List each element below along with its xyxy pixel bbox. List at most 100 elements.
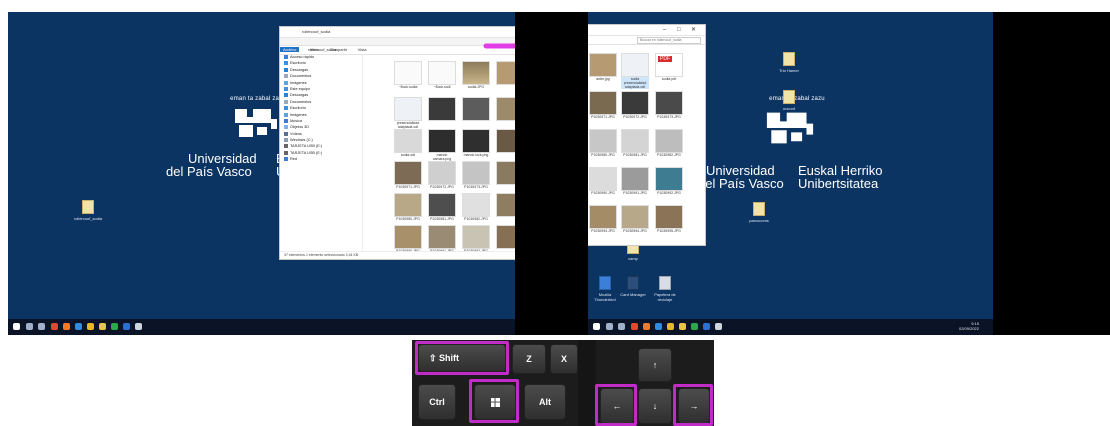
taskview-icon[interactable]	[618, 323, 625, 330]
file-thumb-selected[interactable]: sodia presencialidad adaptada.odt	[621, 53, 649, 89]
file-thumb[interactable]: P1030971.JPG	[589, 91, 617, 119]
firefox-icon[interactable]	[643, 323, 650, 330]
download-icon	[284, 93, 288, 98]
shift-key-highlight	[415, 341, 509, 375]
file-thumb[interactable]: sodia.odt	[394, 129, 422, 157]
file-thumb[interactable]	[496, 161, 515, 185]
file-thumb[interactable]: P1030993.JPG	[589, 205, 617, 233]
thumb-image	[462, 161, 490, 185]
windows-start-icon[interactable]	[13, 323, 20, 330]
file-thumb[interactable]: mando camara.png	[428, 129, 456, 161]
taskbar-clock[interactable]: 9:15 02/09/2022	[959, 321, 979, 331]
file-thumb[interactable]: P1030981.JPG	[428, 193, 456, 221]
thumb-image	[496, 97, 515, 121]
maximize-icon[interactable]: □	[677, 25, 681, 35]
app-icon[interactable]	[111, 323, 118, 330]
file-thumb[interactable]: P1030982.JPG	[462, 193, 490, 221]
settings-icon[interactable]	[135, 323, 142, 330]
left-desktop-screen: eman ta zabal zazu Universidad del País …	[8, 12, 515, 335]
app-icon[interactable]	[691, 323, 698, 330]
thumb-image	[394, 129, 422, 153]
file-thumb[interactable]: P1030990.JPG	[589, 167, 617, 195]
explorer-icon[interactable]	[99, 323, 106, 330]
desktop-icon-unconf[interactable]: unconf	[772, 90, 806, 111]
file-thumb[interactable]: P1030991.JPG	[428, 225, 456, 253]
file-thumb[interactable]: mando lock.png	[462, 129, 490, 157]
thumb-image	[462, 61, 490, 85]
file-thumb[interactable]: sodia.JPG	[462, 61, 490, 89]
file-thumb[interactable]: P1030992.JPG	[655, 167, 683, 195]
file-thumb[interactable]: P1030994.JPG	[621, 205, 649, 233]
firefox-icon[interactable]	[63, 323, 70, 330]
file-thumb[interactable]: P1030981.JPG	[621, 129, 649, 157]
usb-icon	[284, 144, 288, 149]
edge-icon[interactable]	[655, 323, 662, 330]
down-arrow-key: ↓	[638, 388, 672, 424]
z-key: Z	[512, 344, 546, 374]
file-thumb[interactable]: P1030973.JPG	[655, 91, 683, 119]
file-thumb[interactable]: P1030992.JPG	[462, 225, 490, 253]
file-thumb[interactable]: P1030980.JPG	[589, 129, 617, 157]
nav-item[interactable]: Red	[284, 156, 362, 162]
file-thumb[interactable]: P1030972.JPG	[428, 161, 456, 189]
explorer-address-bar: Buscar en rollercoof_sodia	[588, 36, 705, 45]
file-thumb[interactable]: P1030973.JPG	[462, 161, 490, 189]
file-thumb[interactable]: P1030971.JPG	[394, 161, 422, 189]
word-icon[interactable]	[123, 323, 130, 330]
file-thumb[interactable]: anter.jpg	[589, 53, 617, 81]
word-icon[interactable]	[703, 323, 710, 330]
thumb-image	[589, 205, 617, 229]
edge-icon[interactable]	[75, 323, 82, 330]
file-thumb[interactable]	[496, 225, 515, 249]
ctrl-key: Ctrl	[418, 384, 456, 420]
search-icon[interactable]	[26, 323, 33, 330]
settings-icon[interactable]	[715, 323, 722, 330]
file-thumb[interactable]	[496, 61, 515, 85]
thumb-image	[621, 129, 649, 153]
browser-icon[interactable]	[51, 323, 58, 330]
left-file-explorer-window[interactable]: rollercoof_sodia Archivo Inicio Comparti…	[279, 26, 515, 260]
file-thumb[interactable]: presencialidad adaptada.odt	[394, 97, 422, 129]
explorer-search-input[interactable]: Buscar en rollercoof_sodia	[637, 37, 701, 44]
file-thumb[interactable]	[496, 97, 515, 121]
chrome-icon[interactable]	[87, 323, 94, 330]
explorer-status-bar: 37 elementos 1 elemento seleccionado 3,4…	[280, 251, 515, 259]
file-thumb[interactable]	[496, 193, 515, 217]
upv-emblem-icon	[766, 112, 814, 144]
desktop-icon-recycle-bin[interactable]: Papelera de reciclaje	[648, 276, 682, 302]
search-icon[interactable]	[606, 323, 613, 330]
file-thumb[interactable]: P1030972.JPG	[621, 91, 649, 119]
file-thumb[interactable]: P1030991.JPG	[621, 167, 649, 195]
file-thumb[interactable]: P1030980.JPG	[394, 193, 422, 221]
file-thumb-pdf[interactable]: PDF sodia.pdf	[655, 53, 683, 81]
file-thumb[interactable]: P1030990.JPG	[394, 225, 422, 253]
thumb-image	[394, 225, 422, 249]
thumb-image	[589, 167, 617, 191]
chrome-icon[interactable]	[667, 323, 674, 330]
file-thumb[interactable]	[428, 97, 456, 121]
desktop-icon-trio[interactable]: Trio Hamer	[772, 52, 806, 73]
file-thumb[interactable]	[496, 129, 515, 153]
windows-start-icon[interactable]	[593, 323, 600, 330]
thumb-image	[621, 53, 649, 77]
left-desktop-file-icon[interactable]: rollercoof_sodia	[71, 200, 105, 221]
desktop-icon-parcocoms[interactable]: parcocoms	[742, 202, 776, 223]
document-icon	[783, 90, 795, 104]
explorer-icon[interactable]	[679, 323, 686, 330]
thumb-image	[589, 91, 617, 115]
thumb-image	[428, 225, 456, 249]
taskview-icon[interactable]	[38, 323, 45, 330]
browser-icon[interactable]	[631, 323, 638, 330]
left-taskbar	[8, 319, 515, 335]
file-thumb[interactable]: P1030982.JPG	[655, 129, 683, 157]
file-thumb[interactable]: P1030995.JPG	[655, 205, 683, 233]
close-icon[interactable]: ✕	[691, 25, 696, 35]
minimize-icon[interactable]: –	[663, 25, 666, 35]
thumb-image	[621, 91, 649, 115]
file-thumb[interactable]: ~$ock.sodi	[428, 61, 456, 89]
file-thumb[interactable]: ~$ock.sodia	[394, 61, 422, 89]
file-thumb[interactable]	[462, 97, 490, 121]
desktop-icon-cardmanager[interactable]: Card Manager	[616, 276, 650, 297]
right-file-explorer-window[interactable]: – □ ✕ Buscar en rollercoof_sodia anter.j…	[588, 24, 706, 246]
right-logo-line1b: del País Vasco	[698, 176, 784, 191]
